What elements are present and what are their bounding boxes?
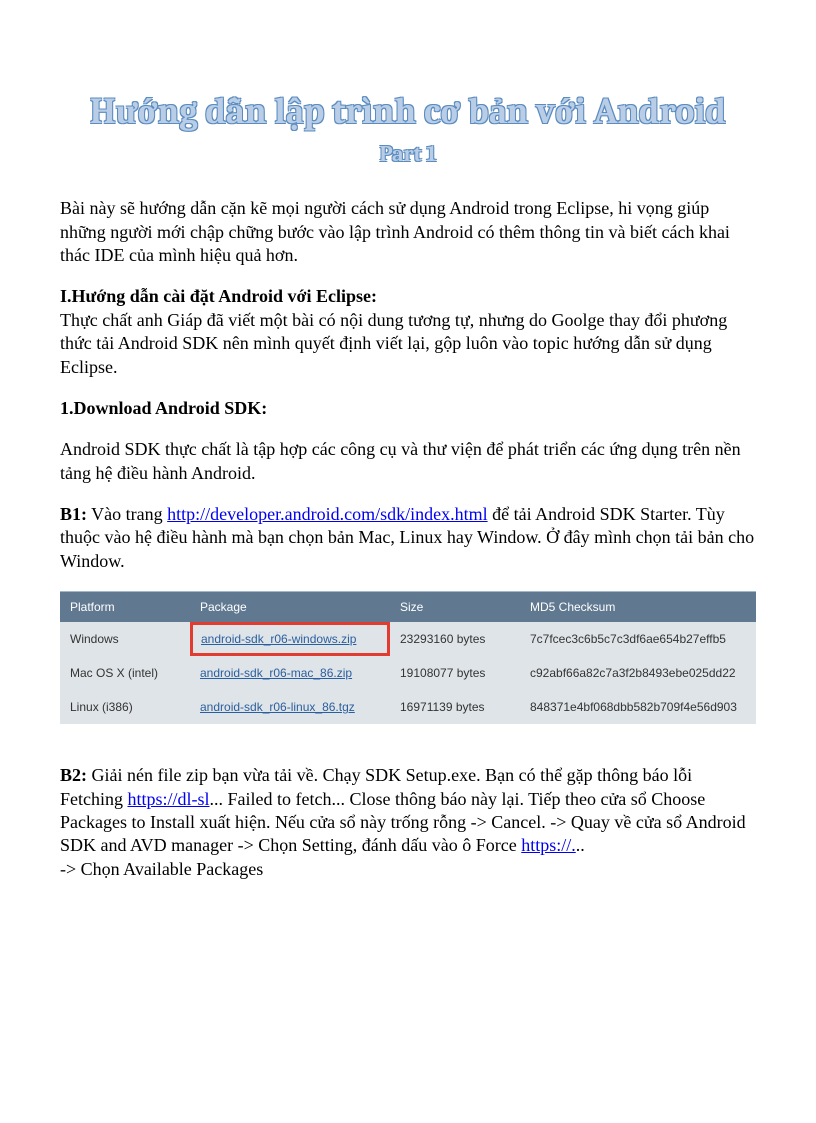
package-link[interactable]: android-sdk_r06-windows.zip [201, 632, 356, 646]
step-b2: B2: Giải nén file zip bạn vừa tải về. Ch… [60, 764, 756, 881]
section-1-heading: I.Hướng dẫn cài đặt Android với Eclipse: [60, 286, 377, 306]
th-size: Size [390, 592, 520, 622]
table-row: Mac OS X (intel) android-sdk_r06-mac_86.z… [60, 656, 756, 690]
th-md5: MD5 Checksum [520, 592, 756, 622]
table-row: Windows android-sdk_r06-windows.zip 232931… [60, 622, 756, 656]
sdk-index-link[interactable]: http://developer.android.com/sdk/index.h… [167, 504, 487, 524]
dl-sl-link[interactable]: https://dl-sl [128, 789, 210, 809]
cell-platform: Linux (i386) [60, 690, 190, 724]
th-platform: Platform [60, 592, 190, 622]
th-package: Package [190, 592, 390, 622]
cell-platform: Mac OS X (intel) [60, 656, 190, 690]
step-b1: B1: Vào trang http://developer.android.c… [60, 503, 756, 573]
page-title: Hướng dẫn lập trình cơ bản với Android [60, 90, 756, 133]
b2-last-line: -> Chọn Available Packages [60, 859, 263, 879]
sdk-description: Android SDK thực chất là tập hợp các côn… [60, 438, 756, 485]
section-1-sub: 1.Download Android SDK: [60, 397, 756, 420]
download-table: Platform Package Size MD5 Checksum Windo… [60, 591, 756, 724]
intro-paragraph: Bài này sẽ hướng dẫn cặn kẽ mọi người cá… [60, 197, 756, 267]
force-https-link[interactable]: https://. [521, 835, 576, 855]
b2-label: B2: [60, 765, 87, 785]
cell-package: android-sdk_r06-windows.zip [190, 622, 390, 656]
cell-package: android-sdk_r06-linux_86.tgz [190, 690, 390, 724]
cell-size: 19108077 bytes [390, 656, 520, 690]
cell-size: 16971139 bytes [390, 690, 520, 724]
cell-md5: 7c7fcec3c6b5c7c3df6ae654b27effb5 [520, 622, 756, 656]
section-1-body: Thực chất anh Giáp đã viết một bài có nộ… [60, 310, 727, 377]
table-row: Linux (i386) android-sdk_r06-linux_86.tgz… [60, 690, 756, 724]
cell-size: 23293160 bytes [390, 622, 520, 656]
cell-md5: 848371e4bf068dbb582b709f4e56d903 [520, 690, 756, 724]
package-link[interactable]: android-sdk_r06-mac_86.zip [200, 666, 352, 680]
cell-package: android-sdk_r06-mac_86.zip [190, 656, 390, 690]
cell-md5: c92abf66a82c7a3f2b8493ebe025dd22 [520, 656, 756, 690]
cell-platform: Windows [60, 622, 190, 656]
page-subtitle: Part 1 [60, 141, 756, 167]
b1-label: B1: [60, 504, 87, 524]
package-link[interactable]: android-sdk_r06-linux_86.tgz [200, 700, 355, 714]
section-1: I.Hướng dẫn cài đặt Android với Eclipse:… [60, 285, 756, 379]
